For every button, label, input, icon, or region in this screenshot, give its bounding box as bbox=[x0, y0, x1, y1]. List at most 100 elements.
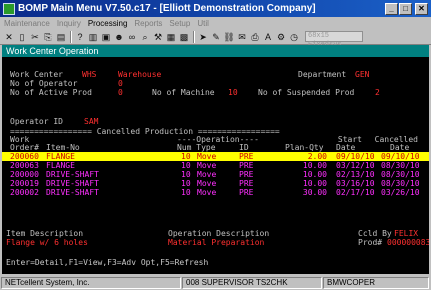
row-item: FLANGE bbox=[46, 152, 75, 161]
edit-icon[interactable]: ✎ bbox=[210, 31, 222, 43]
row-cancelled: 08/30/10 bbox=[381, 170, 420, 179]
row-cancelled: 08/30/10 bbox=[381, 161, 420, 170]
row-type: Move bbox=[197, 179, 217, 188]
row-start: 02/13/10 bbox=[336, 170, 375, 179]
menu-inquiry[interactable]: Inquiry bbox=[57, 19, 81, 28]
row-id: PRE bbox=[239, 152, 254, 161]
menu-maintenance[interactable]: Maintenance bbox=[4, 19, 50, 28]
close-button[interactable]: ✕ bbox=[415, 2, 428, 15]
row-item: DRIVE-SHAFT bbox=[46, 179, 99, 188]
work-center-label: Work Center bbox=[10, 70, 63, 79]
menu-processing[interactable]: Processing bbox=[88, 19, 128, 28]
row-num: 10 bbox=[181, 179, 191, 188]
panel-title: Work Center Operation bbox=[2, 45, 429, 57]
clock-icon[interactable]: ◷ bbox=[288, 31, 300, 43]
settings-icon[interactable]: ⚙ bbox=[275, 31, 287, 43]
department-label: Department bbox=[298, 70, 347, 79]
font-size-field[interactable]: 68x15 Fixedsys bbox=[305, 31, 363, 49]
menu-reports[interactable]: Reports bbox=[134, 19, 162, 28]
copy-icon[interactable]: ⎘ bbox=[42, 31, 54, 43]
run-icon[interactable]: ➤ bbox=[197, 31, 209, 43]
status-bar: NETcellent System, Inc. 008 SUPERVISOR T… bbox=[0, 276, 431, 290]
row-qty: 30.00 bbox=[302, 188, 327, 197]
chart-icon[interactable]: ▥ bbox=[87, 31, 99, 43]
prod-value: 000000083 bbox=[387, 238, 429, 247]
menu-setup[interactable]: Setup bbox=[169, 19, 190, 28]
terminal-screen: Work Center WHS Warehouse Department GEN… bbox=[2, 57, 429, 274]
ccld-by-label: Ccld By bbox=[358, 229, 392, 238]
minimize-button[interactable]: _ bbox=[385, 2, 398, 15]
row-type: Move bbox=[197, 188, 217, 197]
print-icon[interactable]: ⎙ bbox=[249, 31, 261, 43]
font-icon[interactable]: A bbox=[262, 31, 274, 43]
row-cancelled: 08/30/10 bbox=[381, 179, 420, 188]
maximize-button[interactable]: □ bbox=[399, 2, 412, 15]
status-user: 008 SUPERVISOR TS2CHK bbox=[182, 277, 322, 289]
row-order: 200019 bbox=[10, 179, 39, 188]
no-of-operator-value: 0 bbox=[118, 79, 123, 88]
paste-icon[interactable]: ▤ bbox=[55, 31, 67, 43]
col-order-header: Order# bbox=[10, 143, 39, 152]
menu-util[interactable]: Util bbox=[197, 19, 209, 28]
no-of-suspended-prod-value: 2 bbox=[375, 88, 380, 97]
tools-icon[interactable]: ⚒ bbox=[152, 31, 164, 43]
row-type: Move bbox=[197, 161, 217, 170]
row-start: 03/16/10 bbox=[336, 179, 375, 188]
operation-description-label: Operation Description bbox=[168, 229, 270, 238]
no-of-operator-label: No of Operator bbox=[10, 79, 78, 88]
folder-icon[interactable]: ▣ bbox=[100, 31, 112, 43]
ccld-by-value: FELIX bbox=[394, 229, 419, 238]
no-of-suspended-prod-label: No of Suspended Prod bbox=[258, 88, 355, 97]
row-item: DRIVE-SHAFT bbox=[46, 170, 99, 179]
toolbar-separator bbox=[193, 30, 195, 43]
row-order: 200060 bbox=[10, 152, 39, 161]
app-icon bbox=[3, 2, 15, 15]
calculator-icon[interactable]: ▦ bbox=[165, 31, 177, 43]
exit-icon[interactable]: ✕ bbox=[3, 31, 15, 43]
col-item-header: Item-No bbox=[46, 143, 80, 152]
row-num: 10 bbox=[181, 161, 191, 170]
operation-description-value: Material Preparation bbox=[168, 238, 265, 247]
operator-id-value[interactable]: SAM bbox=[84, 117, 98, 126]
cut-icon[interactable]: ✂ bbox=[29, 31, 41, 43]
no-of-machine-value: 10 bbox=[228, 88, 238, 97]
row-qty: 10.00 bbox=[302, 161, 327, 170]
window-title: BOMP Main Menu V7.50.c17 - [Elliott Demo… bbox=[18, 3, 316, 14]
row-id: PRE bbox=[239, 161, 254, 170]
row-cancelled: 03/26/10 bbox=[381, 188, 420, 197]
no-of-active-prod-label: No of Active Prod bbox=[10, 88, 92, 97]
row-start: 09/10/10 bbox=[336, 152, 375, 161]
calendar-icon[interactable]: ▩ bbox=[178, 31, 190, 43]
no-of-active-prod-value: 0 bbox=[118, 88, 123, 97]
row-id: PRE bbox=[239, 170, 254, 179]
search-icon[interactable]: ⌕ bbox=[139, 31, 151, 43]
new-icon[interactable]: ▯ bbox=[16, 31, 28, 43]
status-company: NETcellent System, Inc. bbox=[1, 277, 181, 289]
row-order: 200063 bbox=[10, 161, 39, 170]
no-of-machine-label: No of Machine bbox=[152, 88, 215, 97]
row-num: 10 bbox=[181, 170, 191, 179]
row-item: DRIVE-SHAFT bbox=[46, 188, 99, 197]
col-plan-qty-header: Plan-Qty bbox=[285, 143, 324, 152]
row-order: 200000 bbox=[10, 170, 39, 179]
link-icon[interactable]: ⛓ bbox=[223, 31, 235, 43]
row-start: 02/17/10 bbox=[336, 188, 375, 197]
row-num: 10 bbox=[181, 188, 191, 197]
work-center-value[interactable]: WHS bbox=[82, 70, 96, 79]
people-icon[interactable]: ☻ bbox=[113, 31, 125, 43]
row-item: FLANGE bbox=[46, 161, 75, 170]
function-key-hint: Enter=Detail,F1=View,F3=Adv Opt,F5=Refre… bbox=[6, 258, 209, 267]
title-bar: BOMP Main Menu V7.50.c17 - [Elliott Demo… bbox=[0, 0, 431, 17]
table-row-selected[interactable]: 200060 FLANGE 10 Move PRE 2.00 09/10/10 … bbox=[2, 152, 429, 161]
row-start: 03/12/10 bbox=[336, 161, 375, 170]
item-description-label: Item Description bbox=[6, 229, 84, 238]
col-num-type-header: Num Type bbox=[177, 143, 216, 152]
help-icon[interactable]: ? bbox=[74, 31, 86, 43]
mail-icon[interactable]: ✉ bbox=[236, 31, 248, 43]
binoculars-icon[interactable]: ∞ bbox=[126, 31, 138, 43]
row-type: Move bbox=[197, 152, 217, 161]
col-id-header: ID bbox=[239, 143, 249, 152]
work-center-desc: Warehouse bbox=[118, 70, 162, 79]
row-qty: 10.00 bbox=[302, 179, 327, 188]
department-value: GEN bbox=[355, 70, 370, 79]
